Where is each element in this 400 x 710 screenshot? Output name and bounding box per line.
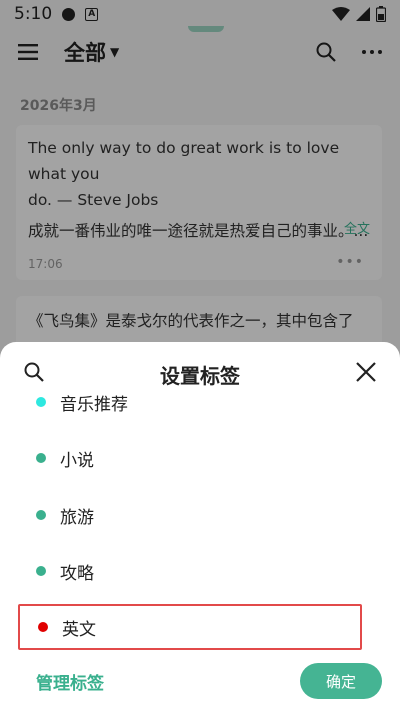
tag-item-novel[interactable]: 小说 xyxy=(18,435,362,481)
tag-item-guide[interactable]: 攻略 xyxy=(18,548,362,594)
tag-bottom-sheet: 设置标签 音乐推荐 小说 旅游 攻略 英文 管理标签 确定 xyxy=(0,342,400,710)
tag-color-dot xyxy=(36,566,46,576)
manage-tags-button[interactable]: 管理标签 xyxy=(36,669,104,694)
tag-color-dot xyxy=(36,397,46,407)
tag-color-dot xyxy=(36,510,46,520)
tag-label: 旅游 xyxy=(60,507,94,528)
tag-label: 小说 xyxy=(60,450,94,471)
tag-color-dot xyxy=(36,453,46,463)
tag-color-dot xyxy=(38,622,48,632)
tag-item-travel[interactable]: 旅游 xyxy=(18,492,362,538)
tag-label: 音乐推荐 xyxy=(60,394,128,415)
confirm-button[interactable]: 确定 xyxy=(300,663,382,699)
tag-label: 英文 xyxy=(62,619,96,640)
tag-label: 攻略 xyxy=(60,563,94,584)
tag-item-music[interactable]: 音乐推荐 xyxy=(18,379,362,425)
tag-item-english[interactable]: 英文 xyxy=(18,604,362,650)
